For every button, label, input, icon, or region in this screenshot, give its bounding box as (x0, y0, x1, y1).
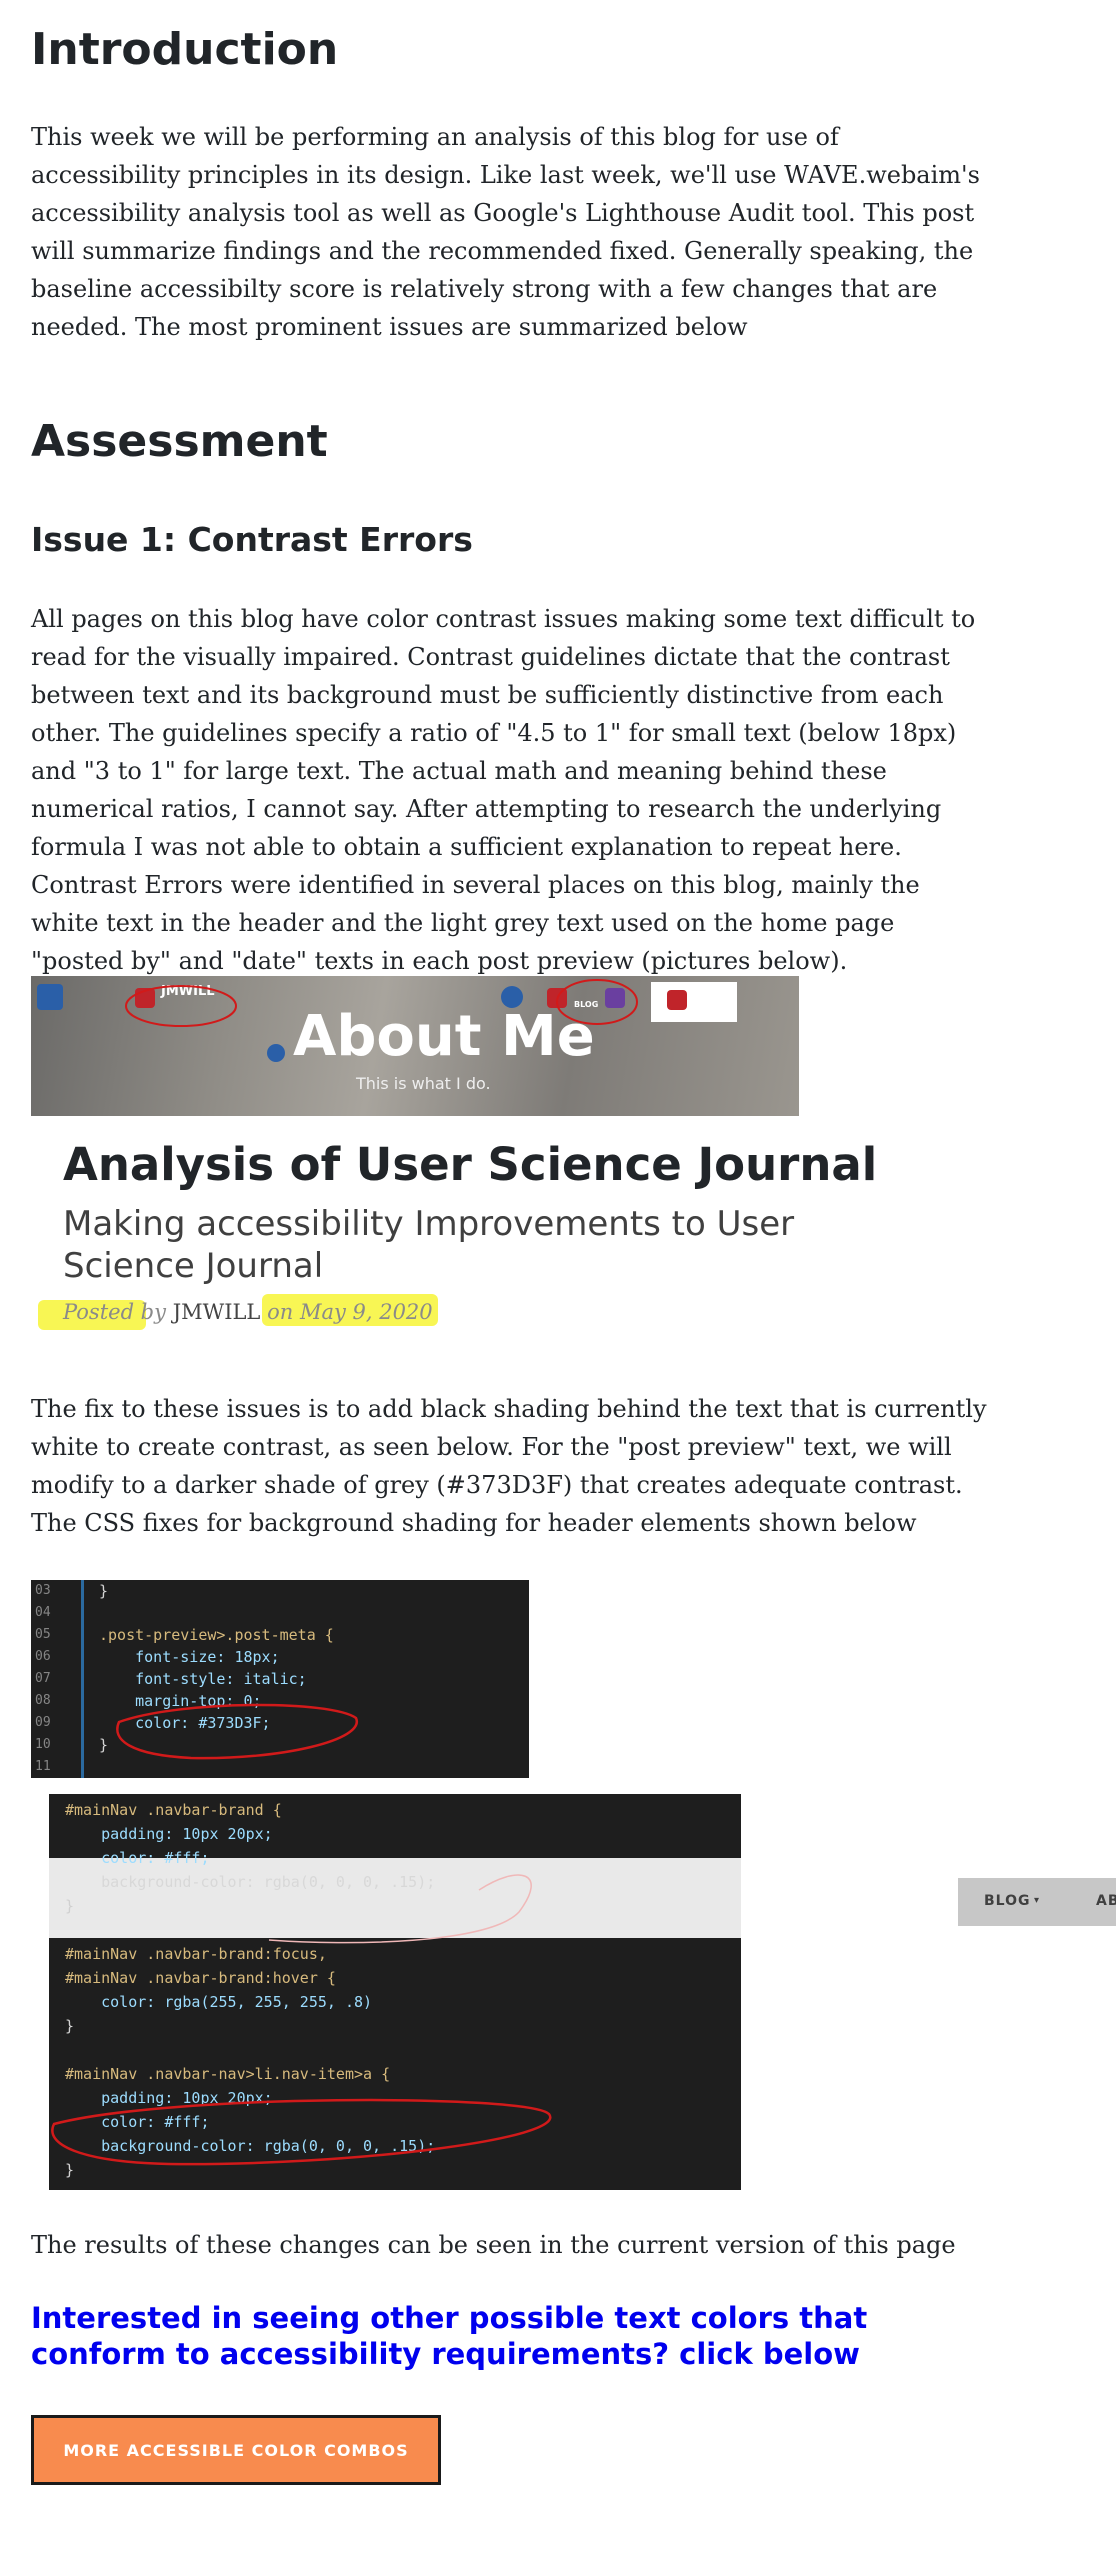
contrast-paragraph: All pages on this blog have color contra… (31, 605, 976, 975)
results-paragraph: The results of these changes can be seen… (31, 2231, 956, 2259)
more-color-combos-button[interactable]: MORE ACCESSIBLE COLOR COMBOS (31, 2415, 441, 2485)
preview-title: Analysis of User Science Journal (63, 1138, 878, 1191)
code-line: padding: 10px 20px; (65, 2089, 273, 2107)
issue1-heading: Issue 1: Contrast Errors (31, 520, 473, 559)
error-icon-box (667, 990, 687, 1010)
code-line: color: #fff; (65, 1849, 210, 1867)
info-icon-small (267, 1044, 285, 1062)
code-line: background-color: rgba(0, 0, 0, .15); (65, 2137, 436, 2155)
code-screenshot-post-meta: 03 04 05 06 07 08 09 10 11 } .post-previ… (31, 1580, 529, 1778)
header-title: About Me (293, 1004, 595, 1069)
code-line: } (65, 2017, 75, 2035)
error-icon (135, 988, 155, 1008)
chevron-down-icon: ▾ (1034, 1895, 1041, 1906)
preview-date: May 9, 2020 (299, 1300, 433, 1324)
assessment-heading: Assessment (31, 416, 328, 467)
header-screenshot: JMWILL About Me This is what I do. BLOG (31, 976, 799, 1116)
menu-icon (37, 984, 63, 1010)
preview-author: JMWILL (172, 1300, 261, 1324)
code-line: #mainNav .navbar-brand { (65, 1801, 282, 1819)
code-line: font-size: 18px; (99, 1648, 280, 1666)
posted-by-label: Posted by (63, 1300, 166, 1324)
info-icon (501, 986, 523, 1008)
header-blog-badge: BLOG (574, 1000, 599, 1009)
nav-blog-link[interactable]: BLOG (984, 1893, 1031, 1909)
code-line: padding: 10px 20px; (65, 1825, 273, 1843)
code-line: color: rgba(255, 255, 255, .8) (65, 1993, 373, 2011)
code-line: } (99, 1736, 109, 1754)
nav-next-link[interactable]: AB (1096, 1893, 1116, 1909)
code-line: background-color: rgba(0, 0, 0, .15); (65, 1873, 436, 1891)
contrast-error-icon (547, 988, 567, 1008)
code-line: #mainNav .navbar-nav>li.nav-item>a { (65, 2065, 391, 2083)
code-line: #mainNav .navbar-brand:focus, (65, 1945, 327, 1963)
cursor-bar (81, 1580, 84, 1778)
code-line: font-style: italic; (99, 1670, 307, 1688)
preview-meta: Posted by JMWILL on May 9, 2020 (63, 1300, 433, 1324)
code-line: } (65, 2161, 75, 2179)
code-line: .post-preview>.post-meta { (99, 1626, 334, 1644)
white-box (651, 982, 737, 1022)
structure-icon (605, 988, 625, 1008)
code-line: color: #373D3F; (99, 1714, 271, 1732)
code-line: margin-top: 0; (99, 1692, 262, 1710)
introduction-heading: Introduction (31, 24, 339, 75)
code-lines: #mainNav .navbar-brand { padding: 10px 2… (65, 1798, 435, 2182)
code-line: color: #fff; (65, 2113, 210, 2131)
code-line: } (65, 1897, 75, 1915)
interest-heading: Interested in seeing other possible text… (31, 2301, 868, 2371)
code-line: } (99, 1582, 109, 1600)
introduction-paragraph: This week we will be performing an analy… (31, 123, 980, 341)
line-numbers: 03 04 05 06 07 08 09 10 11 (35, 1583, 51, 1774)
on-label: on (267, 1300, 294, 1324)
code-screenshot-navbar: #mainNav .navbar-brand { padding: 10px 2… (49, 1794, 741, 2190)
header-tagline: This is what I do. (356, 1074, 491, 1093)
fix-paragraph: The fix to these issues is to add black … (31, 1395, 987, 1537)
header-brand: JMWILL (161, 984, 215, 999)
preview-subtitle: Making accessibility Improvements to Use… (63, 1204, 795, 1286)
code-lines: } .post-preview>.post-meta { font-size: … (99, 1580, 334, 1778)
navbar-fragment[interactable]: BLOG ▾ AB (958, 1878, 1116, 1926)
code-line: #mainNav .navbar-brand:hover { (65, 1969, 336, 1987)
